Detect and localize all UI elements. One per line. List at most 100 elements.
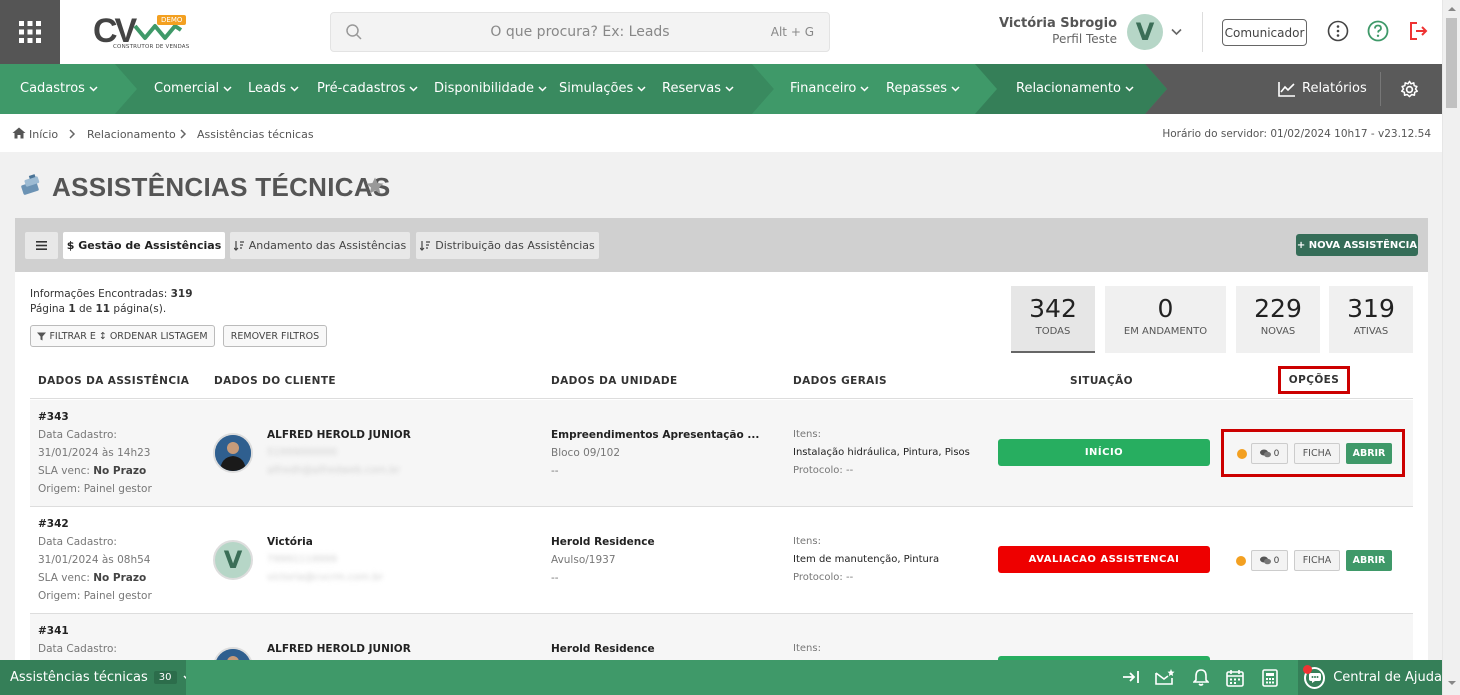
scrollbar-thumb[interactable]	[1446, 18, 1457, 108]
nav-pre-cadastros[interactable]: Pré-cadastros	[317, 64, 418, 114]
favorite-star-icon[interactable]	[365, 176, 385, 196]
stat-value: 229	[1254, 294, 1302, 323]
unit-name[interactable]: Herold Residence	[551, 536, 655, 548]
chat-bubble-icon	[1303, 664, 1326, 689]
nav-relacionamento[interactable]: Relacionamento	[1016, 64, 1134, 114]
unit-block: Avulso/1937	[551, 554, 616, 566]
bell-icon[interactable]	[1193, 669, 1209, 686]
nav-label: Pré-cadastros	[317, 81, 406, 96]
help-center-button[interactable]: Central de Ajuda	[1298, 660, 1442, 695]
client-email: victoria@cvcrm.com.br	[267, 572, 384, 583]
comments-icon	[1259, 556, 1271, 565]
user-name[interactable]: Victória Sbrogio	[999, 16, 1117, 31]
client-name[interactable]: ALFRED HEROLD JUNIOR	[267, 643, 411, 655]
stat-todas[interactable]: 342 TODAS	[1011, 286, 1095, 353]
date-value: 31/01/2024 às 14h23	[38, 447, 151, 459]
filter-order-button[interactable]: FILTRAR E ↕ ORDENAR LISTAGEM	[30, 325, 215, 347]
mail-star-icon[interactable]	[1155, 668, 1175, 686]
stat-label: EM ANDAMENTO	[1123, 326, 1208, 337]
nav-relatorios[interactable]: Relatórios	[1278, 64, 1367, 114]
stat-label: NOVAS	[1260, 326, 1296, 337]
page-scrollbar[interactable]	[1442, 0, 1460, 695]
unit-extra: --	[551, 572, 559, 584]
calendar-icon[interactable]	[1226, 669, 1244, 687]
sla-line: SLA venc: No Prazo	[38, 465, 146, 477]
chat-count: 0	[1273, 555, 1280, 566]
nav-label: Reservas	[662, 81, 721, 96]
home-icon[interactable]	[12, 127, 26, 139]
tab-gestao-assistencias[interactable]: $ Gestão de Assistências	[63, 232, 225, 259]
stat-em-andamento[interactable]: 0 EM ANDAMENTO	[1105, 286, 1226, 353]
nav-label: Financeiro	[790, 81, 857, 96]
stat-ativas[interactable]: 319 ATIVAS	[1329, 286, 1413, 353]
page-total: 11	[95, 303, 111, 315]
nav-financeiro[interactable]: Financeiro	[790, 64, 869, 114]
hamburger-menu-button[interactable]	[25, 232, 58, 259]
communicator-button[interactable]: Comunicador	[1222, 19, 1307, 46]
client-avatar[interactable]: V	[213, 540, 253, 580]
origin: Origem: Painel gestor	[38, 483, 152, 495]
nav-reservas[interactable]: Reservas	[662, 64, 734, 114]
apps-grid-button[interactable]	[0, 0, 60, 64]
tab-label: Andamento das Assistências	[248, 239, 407, 252]
table-row[interactable]: #343 Data Cadastro: 31/01/2024 às 14h23 …	[30, 400, 1413, 507]
breadcrumb-relacionamento[interactable]: Relacionamento	[87, 128, 176, 141]
nav-disponibilidade[interactable]: Disponibilidade	[434, 64, 547, 114]
chart-line-icon	[1278, 82, 1295, 97]
nav-leads[interactable]: Leads	[248, 64, 299, 114]
assistance-id[interactable]: #341	[38, 625, 69, 637]
breadcrumb-current: Assistências técnicas	[197, 128, 314, 141]
client-name[interactable]: ALFRED HEROLD JUNIOR	[267, 429, 411, 441]
chevron-down-icon	[182, 674, 186, 680]
brand-logo[interactable]: CV DEMO CONSTRUTOR DE VENDAS	[93, 12, 189, 54]
client-name[interactable]: Victória	[267, 536, 313, 548]
sla-label: SLA venc:	[38, 572, 90, 584]
info-pagination: Página 1 de 11 página(s).	[30, 303, 166, 315]
items-value: Item de manutenção, Pintura	[793, 554, 940, 565]
user-avatar[interactable]: V	[1127, 14, 1163, 50]
comments-icon	[1259, 449, 1271, 458]
nav-comercial[interactable]: Comercial	[154, 64, 232, 114]
gear-icon[interactable]	[1400, 80, 1419, 99]
tab-distribuicao-assistencias[interactable]: Distribuição das Assistências	[416, 232, 599, 259]
assistance-id[interactable]: #342	[38, 518, 69, 530]
nav-cadastros[interactable]: Cadastros	[20, 64, 98, 114]
help-icon[interactable]	[1367, 20, 1389, 42]
status-dot	[1237, 449, 1247, 459]
chevron-down-icon[interactable]	[1171, 28, 1182, 36]
remove-filters-button[interactable]: REMOVER FILTROS	[223, 325, 327, 347]
module-switcher[interactable]: Assistências técnicas 30	[0, 660, 186, 695]
scroll-up-icon[interactable]	[1448, 6, 1456, 12]
client-avatar[interactable]	[213, 433, 253, 473]
tab-label: $ Gestão de Assistências	[66, 239, 222, 252]
help-label: Central de Ajuda	[1333, 670, 1442, 685]
scroll-down-icon[interactable]	[1448, 680, 1456, 686]
logout-icon[interactable]	[1407, 20, 1429, 42]
tab-andamento-assistencias[interactable]: Andamento das Assistências	[230, 232, 410, 259]
ficha-button[interactable]: FICHA	[1294, 443, 1340, 464]
client-phone: 79991119999	[267, 554, 337, 565]
chat-button[interactable]: 0	[1251, 550, 1288, 571]
unit-name[interactable]: Empreendimentos Apresentação ...	[551, 429, 759, 441]
ficha-button[interactable]: FICHA	[1294, 550, 1340, 571]
chat-button[interactable]: 0	[1251, 443, 1288, 464]
column-header-gerais: DADOS GERAIS	[793, 375, 887, 387]
search-input[interactable]: O que procura? Ex: Leads	[331, 24, 829, 40]
calculator-icon[interactable]	[1262, 669, 1278, 687]
stat-novas[interactable]: 229 NOVAS	[1236, 286, 1320, 353]
nav-simulacoes[interactable]: Simulações	[559, 64, 646, 114]
arrow-to-right-icon[interactable]	[1122, 669, 1140, 685]
info-found: Informações Encontradas: 319	[30, 288, 193, 300]
breadcrumb-home[interactable]: Início	[29, 128, 58, 141]
global-search[interactable]: O que procura? Ex: Leads Alt + G	[330, 12, 830, 52]
abrir-button[interactable]: ABRIR	[1346, 443, 1392, 464]
column-header-opcoes-highlight: OPÇÕES	[1278, 366, 1350, 394]
new-assistance-button[interactable]: + NOVA ASSISTÊNCIA	[1296, 234, 1418, 256]
table-row[interactable]: #342 Data Cadastro: 31/01/2024 às 08h54 …	[30, 507, 1413, 614]
more-options-icon[interactable]	[1327, 20, 1349, 42]
assistance-id[interactable]: #343	[38, 411, 69, 423]
nav-repasses[interactable]: Repasses	[886, 64, 960, 114]
bottom-bar: Assistências técnicas 30 Central de Ajud…	[0, 660, 1442, 695]
abrir-button[interactable]: ABRIR	[1346, 550, 1392, 571]
unit-name[interactable]: Herold Residence	[551, 643, 655, 655]
